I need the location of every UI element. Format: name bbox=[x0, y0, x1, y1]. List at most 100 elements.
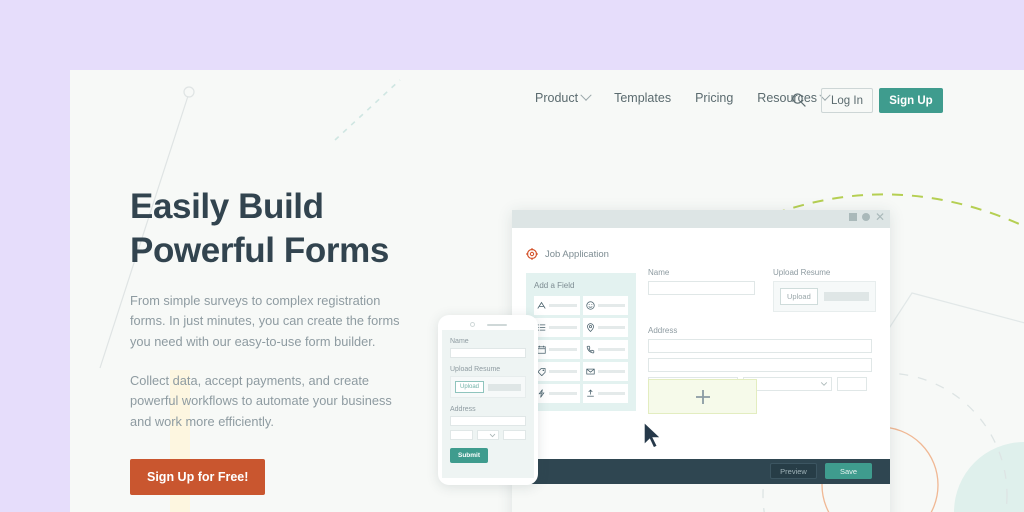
field-placeholder-bar bbox=[597, 392, 625, 395]
hero-paragraph-1: From simple surveys to complex registrat… bbox=[130, 292, 400, 349]
nav-item-templates[interactable]: Templates bbox=[614, 91, 671, 105]
chevron-down-icon bbox=[580, 89, 592, 101]
location-pin-icon bbox=[586, 323, 594, 332]
nav-item-pricing[interactable]: Pricing bbox=[695, 91, 733, 105]
add-field-dropzone[interactable] bbox=[648, 379, 757, 414]
field-tile-text[interactable] bbox=[534, 296, 580, 315]
preview-button[interactable]: Preview bbox=[770, 463, 817, 479]
address-line2-input[interactable] bbox=[648, 358, 872, 372]
field-placeholder-bar bbox=[549, 348, 577, 351]
field-tile-location[interactable] bbox=[582, 318, 628, 337]
field-tile-smiley[interactable] bbox=[582, 296, 628, 315]
hero-title-line2: Powerful Forms bbox=[130, 230, 389, 270]
decor-mint-corner bbox=[954, 442, 1024, 512]
gear-icon bbox=[526, 248, 538, 260]
field-tile-lightning[interactable] bbox=[534, 384, 580, 403]
field-tile-tag[interactable] bbox=[534, 362, 580, 381]
phone-address-label: Address bbox=[450, 406, 476, 413]
phone-upload-filename-bar bbox=[488, 383, 521, 391]
nav-item-label: Product bbox=[535, 91, 579, 105]
field-placeholder-bar bbox=[549, 304, 577, 307]
search-icon[interactable] bbox=[791, 92, 807, 108]
nav-item-product[interactable]: Product bbox=[535, 89, 592, 105]
window-titlebar: ✕ bbox=[512, 210, 890, 228]
hero-paragraph-2: Collect data, accept payments, and creat… bbox=[130, 372, 392, 430]
field-placeholder-bar bbox=[597, 348, 625, 351]
phone-name-input[interactable] bbox=[450, 348, 526, 358]
phone-notch bbox=[442, 319, 534, 330]
field-placeholder-bar bbox=[549, 326, 577, 329]
phone-mockup: Name Upload Resume Upload Address Submit bbox=[438, 315, 538, 485]
text-field-icon bbox=[537, 301, 546, 309]
add-field-title: Add a Field bbox=[534, 281, 575, 290]
maximize-circle-icon[interactable] bbox=[861, 213, 870, 221]
phone-upload-label: Upload Resume bbox=[450, 366, 501, 373]
upload-icon bbox=[586, 389, 594, 397]
smiley-icon bbox=[585, 301, 595, 310]
field-tile-upload[interactable] bbox=[582, 384, 628, 403]
upload-filename-bar bbox=[823, 292, 869, 301]
app-brand-label: Job Application bbox=[545, 248, 609, 260]
field-grid bbox=[534, 296, 628, 403]
hero-title-line1: Easily Build bbox=[130, 187, 324, 226]
field-tile-list[interactable] bbox=[534, 318, 580, 337]
tag-icon bbox=[537, 368, 546, 376]
envelope-icon bbox=[585, 368, 595, 375]
close-icon[interactable]: ✕ bbox=[875, 211, 885, 223]
login-button[interactable]: Log In bbox=[821, 88, 873, 113]
nav-item-label: Templates bbox=[614, 91, 672, 105]
lightning-icon bbox=[538, 389, 545, 398]
field-placeholder-bar bbox=[597, 304, 625, 307]
address-zip-input[interactable] bbox=[837, 377, 867, 391]
minimize-square-icon[interactable] bbox=[848, 213, 857, 221]
navbar: Product Templates Pricing Resources Log … bbox=[70, 70, 1024, 130]
hero-section: Easily Build Powerful Forms From simple … bbox=[130, 185, 430, 495]
phone-screen: Name Upload Resume Upload Address Submit bbox=[442, 330, 534, 478]
page-card: Product Templates Pricing Resources Log … bbox=[70, 70, 1024, 512]
upload-resume-box: Upload bbox=[773, 281, 876, 312]
nav-links: Product Templates Pricing Resources bbox=[535, 89, 831, 105]
nav-item-label: Pricing bbox=[695, 91, 734, 105]
field-placeholder-bar bbox=[597, 326, 625, 329]
field-tile-calendar[interactable] bbox=[534, 340, 580, 359]
mouse-pointer-icon bbox=[643, 421, 663, 449]
submit-button[interactable]: Submit bbox=[450, 448, 489, 463]
list-icon bbox=[537, 324, 546, 331]
upload-resume-label: Upload Resume bbox=[773, 268, 831, 277]
phone-address-city-input[interactable] bbox=[450, 430, 473, 440]
upload-button[interactable]: Upload bbox=[780, 288, 818, 305]
phone-icon bbox=[586, 345, 594, 354]
chevron-down-icon bbox=[820, 382, 828, 386]
plus-icon bbox=[695, 389, 710, 404]
camera-icon bbox=[469, 322, 475, 327]
name-input[interactable] bbox=[648, 281, 755, 295]
phone-address-state-select[interactable] bbox=[476, 430, 500, 440]
address-line1-input[interactable] bbox=[648, 339, 872, 353]
phone-upload-button[interactable]: Upload bbox=[455, 381, 485, 393]
phone-address-line1-input[interactable] bbox=[450, 416, 526, 426]
nav-item-label: Resources bbox=[757, 91, 818, 105]
signup-free-button[interactable]: Sign Up for Free! bbox=[130, 458, 266, 495]
signup-button[interactable]: Sign Up bbox=[879, 88, 943, 113]
field-tile-phone[interactable] bbox=[582, 340, 628, 359]
phone-address-zip-input[interactable] bbox=[503, 430, 527, 440]
field-placeholder-bar bbox=[549, 370, 577, 373]
field-tile-email[interactable] bbox=[582, 362, 628, 381]
field-placeholder-bar bbox=[597, 370, 625, 373]
form-canvas: Name Upload Resume Upload Address bbox=[648, 268, 876, 391]
address-label: Address bbox=[648, 326, 678, 335]
calendar-icon bbox=[537, 345, 546, 354]
window-controls: ✕ bbox=[848, 211, 885, 223]
phone-upload-box: Upload bbox=[450, 376, 526, 398]
field-placeholder-bar bbox=[549, 392, 577, 395]
app-window-mockup: ✕ Job Application Add a Field Name Uploa… bbox=[512, 210, 890, 512]
speaker-bar bbox=[486, 323, 507, 326]
phone-name-label: Name bbox=[450, 338, 469, 345]
chevron-down-icon bbox=[490, 433, 496, 438]
save-button[interactable]: Save bbox=[825, 463, 872, 479]
page-title: Easily Build Powerful Forms bbox=[130, 185, 430, 273]
app-brand: Job Application bbox=[526, 248, 609, 260]
name-label: Name bbox=[648, 268, 670, 277]
app-window-footer: Preview Save bbox=[512, 459, 890, 484]
app-window-body: Job Application Add a Field Name Upload … bbox=[512, 228, 890, 459]
